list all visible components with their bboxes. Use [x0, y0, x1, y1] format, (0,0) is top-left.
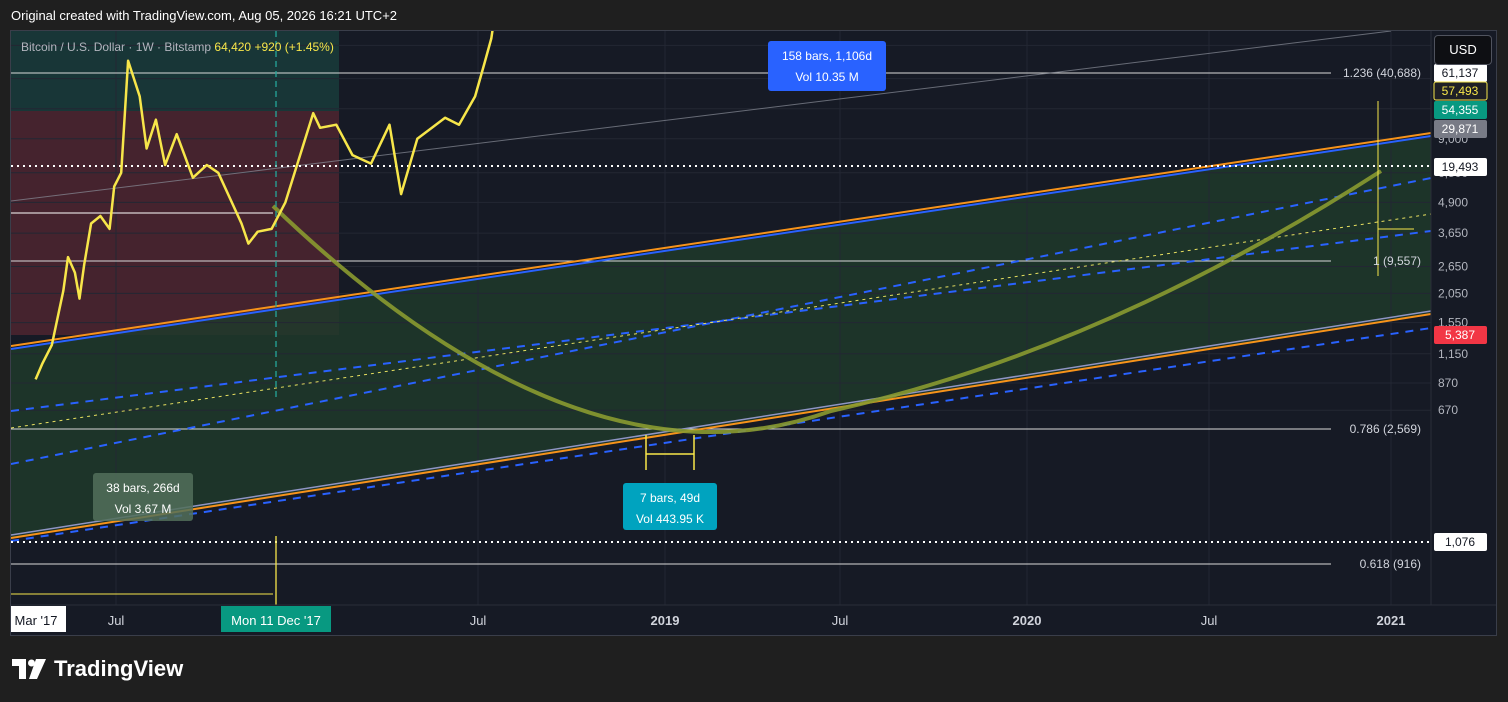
x-tick-label-2: Jul: [832, 613, 849, 628]
fib-label-0: 1.236 (40,688): [1343, 66, 1421, 80]
price-tag-4: 19,493: [1442, 160, 1479, 174]
y-tick-label-5: 4,900: [1438, 195, 1468, 209]
y-tick-label-10: 1,150: [1438, 347, 1468, 361]
measure-box-line2-2: Vol 3.67 M: [115, 502, 172, 516]
fib-label-1: 1 (9,557): [1373, 254, 1421, 268]
time-tag-left: Mar '17: [15, 613, 58, 628]
y-tick-label-8: 2,050: [1438, 286, 1468, 300]
price-change: +920 (+1.45%): [254, 40, 334, 54]
fib-label-2: 0.786 (2,569): [1350, 422, 1421, 436]
measure-box-line1-1: 7 bars, 49d: [640, 491, 700, 505]
chart-area[interactable]: 22,00016,00012,0009,0006,5004,9003,6502,…: [10, 30, 1497, 636]
tradingview-logo-icon: [12, 659, 46, 679]
last-price: 64,420: [214, 40, 252, 54]
header-caption: Original created with TradingView.com, A…: [11, 8, 398, 23]
price-tag-5: 5,387: [1445, 328, 1475, 342]
measure-box-line1-2: 38 bars, 266d: [106, 481, 179, 495]
measure-box-line2-0: Vol 10.35 M: [795, 70, 858, 84]
price-tag-3: 29,871: [1442, 122, 1479, 136]
x-tick-label-4: Jul: [1201, 613, 1218, 628]
x-tick-label-0: Jul: [108, 613, 125, 628]
y-tick-label-6: 3,650: [1438, 226, 1468, 240]
symbol-name: Bitcoin / U.S. Dollar · 1W · Bitstamp: [21, 40, 212, 54]
currency-button[interactable]: USD: [1434, 35, 1492, 65]
y-tick-label-11: 870: [1438, 376, 1458, 390]
y-tick-label-7: 2,650: [1438, 260, 1468, 274]
tradingview-logo[interactable]: TradingView: [12, 656, 183, 682]
brand-name: TradingView: [54, 656, 184, 681]
x-tick-label-1: 2019: [651, 613, 680, 628]
x-tick-label-5: 2021: [1377, 613, 1406, 628]
price-tag-6: 1,076: [1445, 535, 1475, 549]
price-chart[interactable]: 22,00016,00012,0009,0006,5004,9003,6502,…: [11, 31, 1497, 636]
price-tag-2: 54,355: [1442, 103, 1479, 117]
price-tag-0: 61,137: [1442, 66, 1479, 80]
symbol-legend: Bitcoin / U.S. Dollar · 1W · Bitstamp 64…: [21, 40, 334, 54]
x-tick-label-extra: Jul: [470, 613, 487, 628]
y-tick-label-12: 670: [1438, 403, 1458, 417]
measure-box-line1-0: 158 bars, 1,106d: [782, 49, 872, 63]
price-tag-1: 57,493: [1442, 84, 1479, 98]
measure-box-line2-1: Vol 443.95 K: [636, 512, 704, 526]
x-tick-label-3: 2020: [1013, 613, 1042, 628]
fib-label-3: 0.618 (916): [1360, 557, 1421, 571]
date-range-marker: [645, 435, 695, 470]
time-tag-crosshair: Mon 11 Dec '17: [231, 613, 321, 628]
